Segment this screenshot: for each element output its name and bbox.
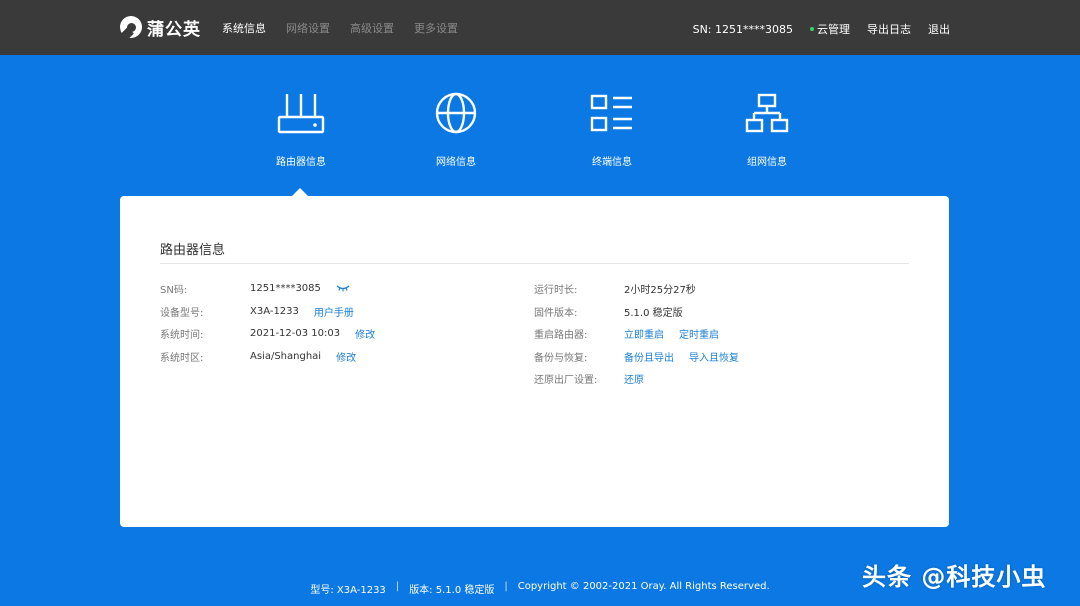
list-icon <box>590 94 632 132</box>
tab-network-info-label: 网络信息 <box>436 157 476 168</box>
tab-terminal-info[interactable]: 终端信息 <box>567 90 657 168</box>
card-divider <box>160 263 909 264</box>
timezone-label: 系统时区: <box>160 352 204 364</box>
backup-export-link[interactable]: 备份且导出 <box>624 349 674 364</box>
timezone-row: 系统时区: Asia/Shanghai 修改 <box>160 349 520 364</box>
watermark: 头条 @科技小虫 <box>862 563 1047 591</box>
tab-router-info-label: 路由器信息 <box>276 157 326 168</box>
firmware-row: 固件版本: 5.1.0 稳定版 <box>534 304 914 319</box>
system-time-value-wrap: 2021-12-03 10:03 修改 <box>250 326 375 341</box>
tab-network-info[interactable]: 网络信息 <box>411 90 501 168</box>
network-icon <box>745 93 789 133</box>
system-time-row: 系统时间: 2021-12-03 10:03 修改 <box>160 326 520 341</box>
footer-separator: | <box>395 581 400 592</box>
timezone-value: Asia/Shanghai <box>250 350 322 362</box>
active-tab-pointer <box>292 188 308 196</box>
timezone-value-wrap: Asia/Shanghai 修改 <box>250 349 356 364</box>
model-label: 设备型号: <box>160 307 204 319</box>
sn-value: 1251****3085 <box>250 282 321 294</box>
backup-row: 备份与恢复: 备份且导出 导入且恢复 <box>534 349 914 364</box>
scheduled-reboot-link[interactable]: 定时重启 <box>679 326 719 341</box>
export-log-link[interactable]: 导出日志 <box>867 21 911 37</box>
uptime-row: 运行时长: 2小时25分27秒 <box>534 281 914 296</box>
serial-number: SN: 1251****3085 <box>692 22 793 36</box>
factory-reset-label: 还原出厂设置: <box>534 374 598 386</box>
brand-name: 蒲公英 <box>147 19 201 40</box>
sn-row: SN码: 1251****3085 <box>160 281 520 296</box>
dandelion-logo-icon <box>120 16 142 38</box>
sn-value-wrap: 1251****3085 <box>250 283 350 294</box>
status-dot-icon <box>810 27 814 31</box>
main-nav: 系统信息 网络设置 高级设置 更多设置 <box>222 20 458 36</box>
cloud-manage-label: 云管理 <box>817 23 850 36</box>
system-time-value: 2021-12-03 10:03 <box>250 327 341 339</box>
factory-reset-link[interactable]: 还原 <box>624 371 644 386</box>
uptime-label: 运行时长: <box>534 284 578 296</box>
backup-actions: 备份且导出 导入且恢复 <box>624 349 739 364</box>
system-time-label: 系统时间: <box>160 329 204 341</box>
nav-system-info[interactable]: 系统信息 <box>222 20 266 36</box>
reboot-actions: 立即重启 定时重启 <box>624 326 719 341</box>
card-title: 路由器信息 <box>160 243 226 258</box>
footer-version: 版本: 5.1.0 稳定版 <box>409 585 495 596</box>
cloud-manage-link[interactable]: 云管理 <box>810 21 850 37</box>
model-value: X3A-1233 <box>250 305 299 317</box>
edit-timezone-link[interactable]: 修改 <box>336 349 356 364</box>
footer-copyright: Copyright © 2002-2021 Oray. All Rights R… <box>517 581 770 592</box>
firmware-label: 固件版本: <box>534 307 578 319</box>
tab-router-info[interactable]: 路由器信息 <box>256 90 346 168</box>
tab-terminal-info-label: 终端信息 <box>592 157 632 168</box>
nav-more-settings[interactable]: 更多设置 <box>414 20 458 36</box>
import-restore-link[interactable]: 导入且恢复 <box>689 349 739 364</box>
nav-advanced-settings[interactable]: 高级设置 <box>350 20 394 36</box>
router-info-card: 路由器信息 SN码: 1251****3085 设备型号: X3A-1233 用… <box>120 196 949 527</box>
user-manual-link[interactable]: 用户手册 <box>314 304 354 319</box>
eye-closed-icon[interactable] <box>336 283 350 293</box>
category-tabs: 路由器信息 网络信息 终端信息 组网信息 <box>0 90 1080 170</box>
model-value-wrap: X3A-1233 用户手册 <box>250 304 354 319</box>
footer-model: 型号: X3A-1233 <box>310 585 386 596</box>
reboot-now-link[interactable]: 立即重启 <box>624 326 664 341</box>
logout-link[interactable]: 退出 <box>928 21 950 37</box>
footer-separator: | <box>504 581 508 592</box>
uptime-value: 2小时25分27秒 <box>624 284 696 296</box>
sn-label: SN码: <box>160 284 188 296</box>
reboot-label: 重启路由器: <box>534 329 588 341</box>
edit-time-link[interactable]: 修改 <box>355 326 375 341</box>
tab-mesh-info[interactable]: 组网信息 <box>722 90 812 168</box>
globe-icon <box>435 92 477 134</box>
nav-network-settings[interactable]: 网络设置 <box>286 20 330 36</box>
top-right-actions: SN: 1251****3085 云管理 导出日志 退出 <box>693 21 950 37</box>
router-icon <box>277 94 325 134</box>
factory-reset-actions: 还原 <box>624 371 644 386</box>
firmware-value: 5.1.0 稳定版 <box>624 307 683 319</box>
factory-reset-row: 还原出厂设置: 还原 <box>534 371 914 386</box>
model-row: 设备型号: X3A-1233 用户手册 <box>160 304 520 319</box>
top-bar: 蒲公英 系统信息 网络设置 高级设置 更多设置 SN: 1251****3085… <box>0 0 1080 55</box>
reboot-row: 重启路由器: 立即重启 定时重启 <box>534 326 914 341</box>
tab-mesh-info-label: 组网信息 <box>747 157 787 168</box>
brand-logo[interactable]: 蒲公英 <box>120 14 201 40</box>
backup-label: 备份与恢复: <box>534 352 588 364</box>
